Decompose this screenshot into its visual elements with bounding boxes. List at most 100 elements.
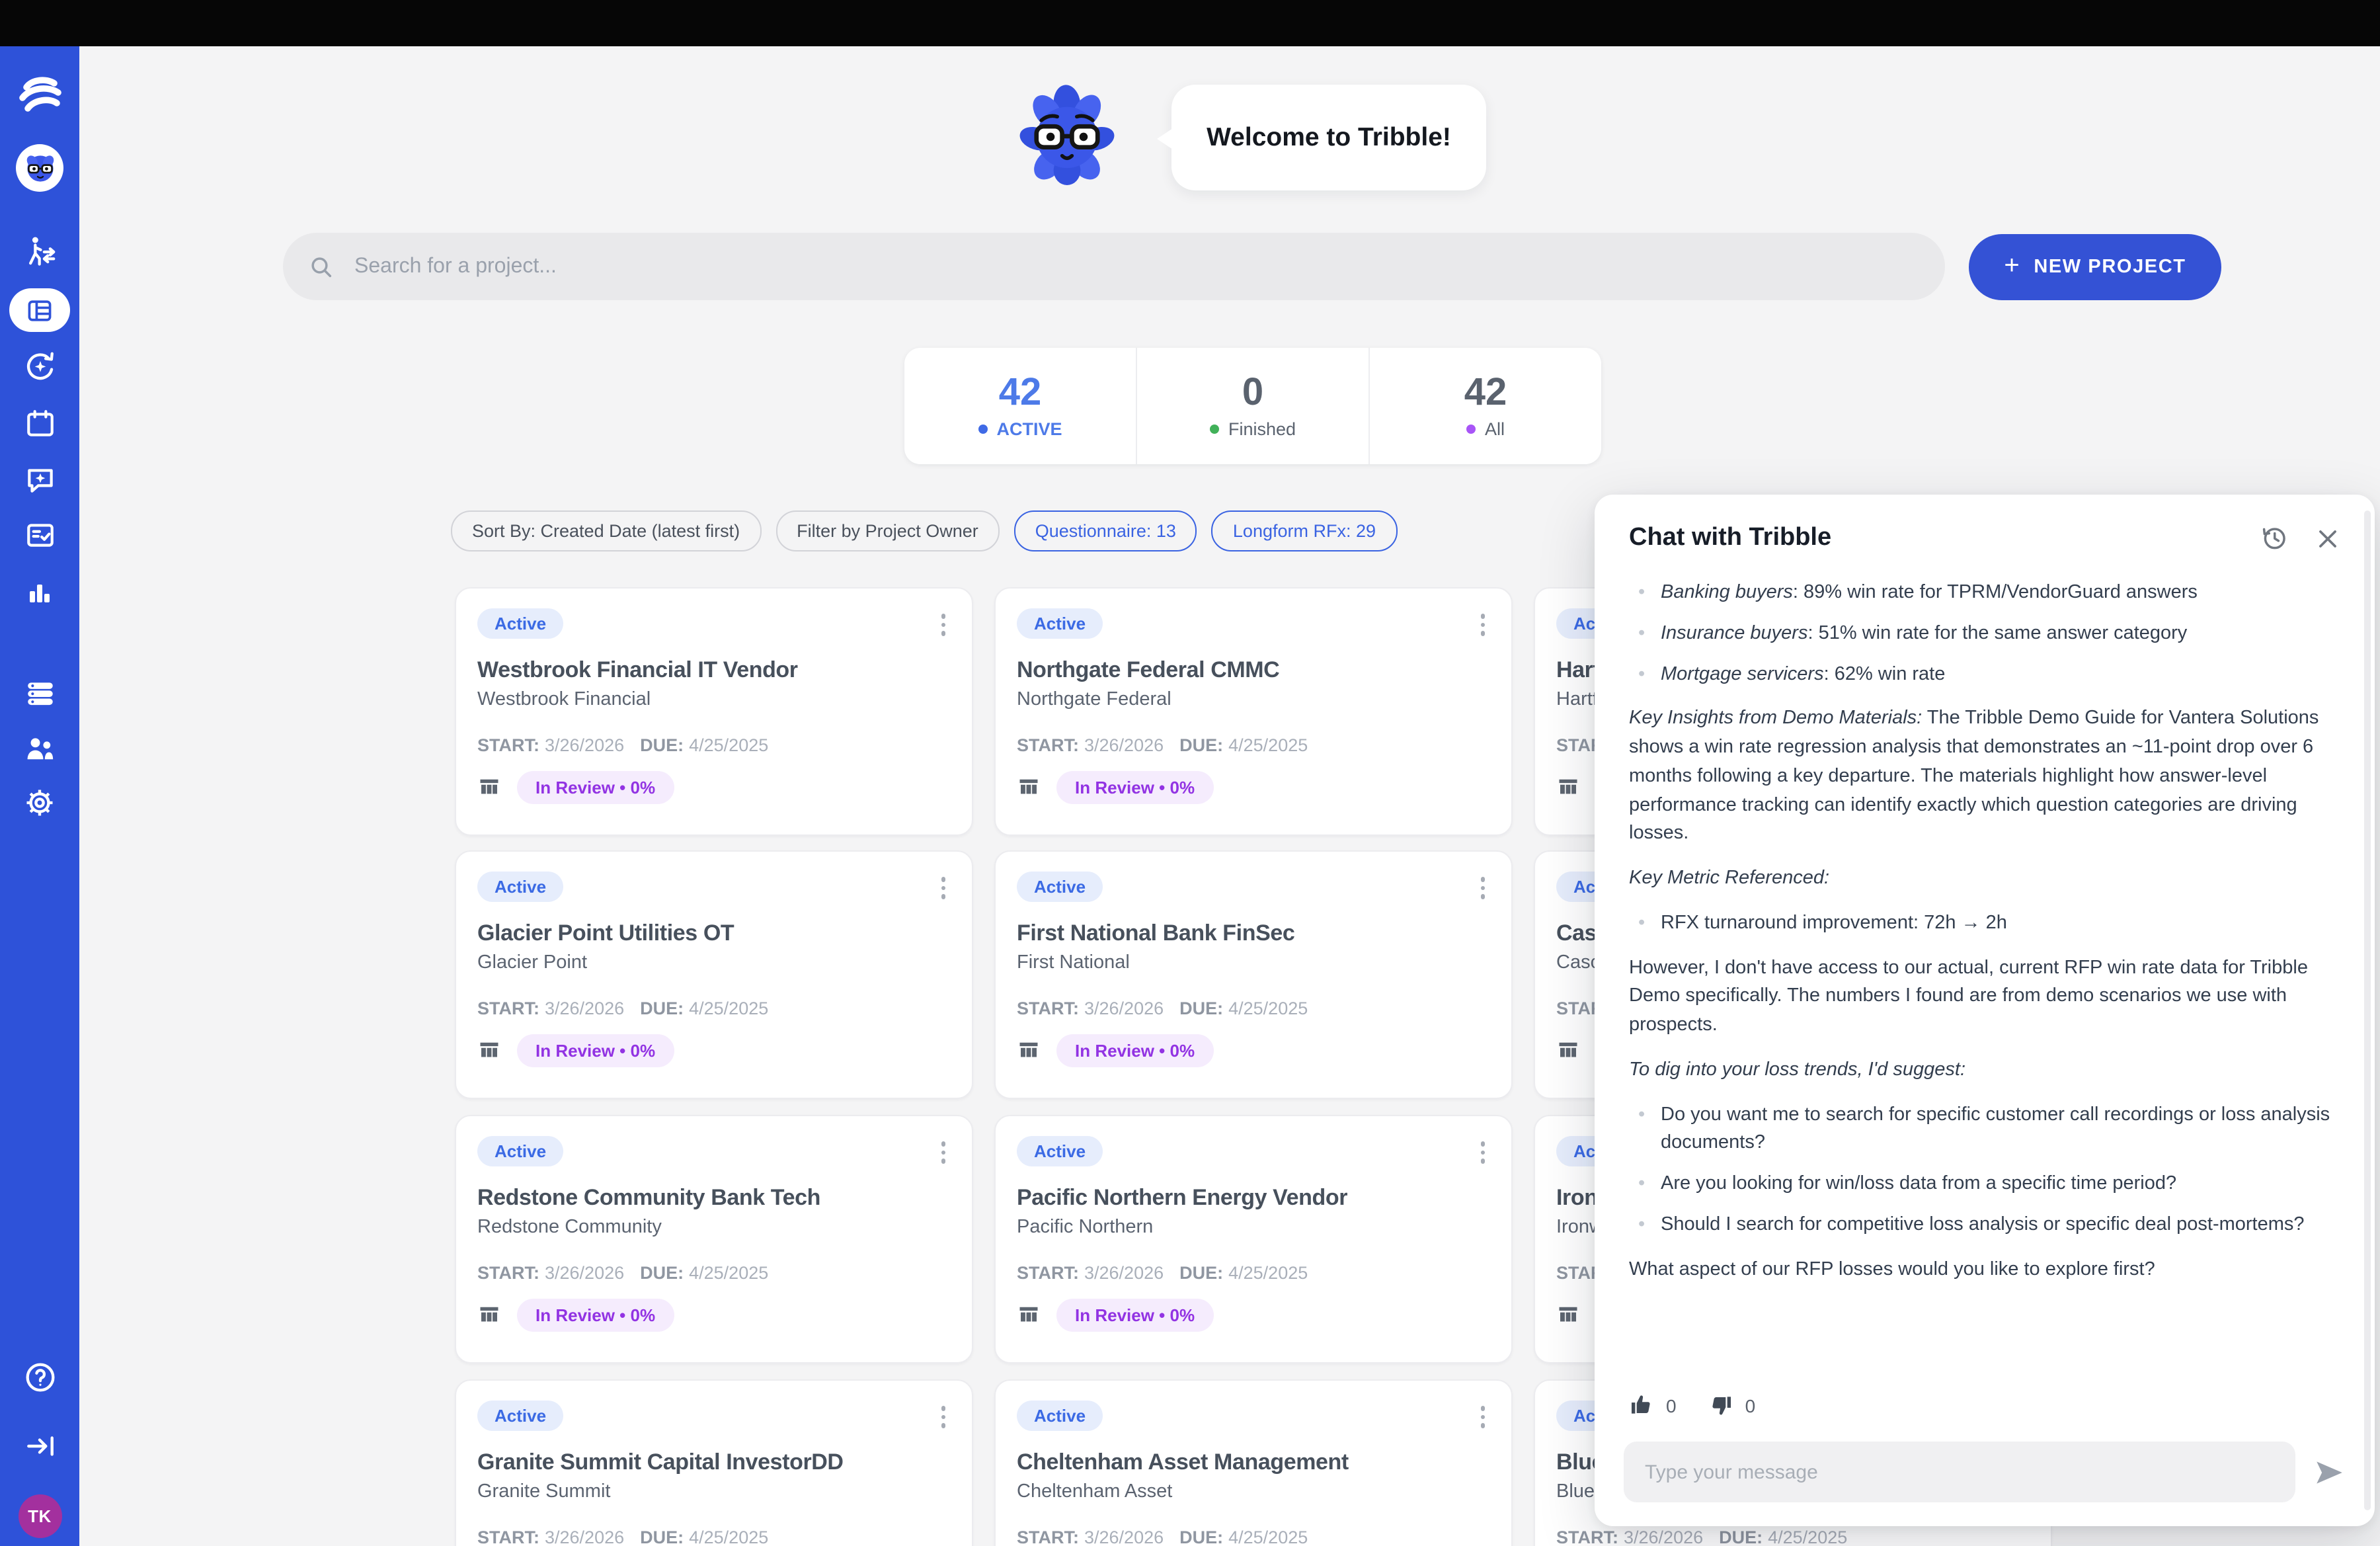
card-menu-button[interactable]	[935, 1136, 951, 1168]
sidebar-item-review-tasks[interactable]	[0, 518, 79, 551]
stat-active-label: ACTIVE	[996, 419, 1062, 438]
project-subtitle: First National	[1017, 952, 1490, 973]
card-menu-button[interactable]	[1475, 1136, 1490, 1168]
mascot-mini-icon	[22, 150, 58, 186]
stat-all-label: All	[1485, 419, 1505, 438]
project-card[interactable]: Active Westbrook Financial IT Vendor Wes…	[455, 587, 973, 836]
status-badge: Active	[477, 608, 563, 639]
thumbs-down-button[interactable]: 0	[1708, 1393, 1756, 1418]
avatar-initials: TK	[18, 1494, 61, 1538]
close-icon	[2315, 526, 2340, 551]
chat-section-heading: Key Metric Referenced:	[1629, 865, 2340, 894]
stat-active[interactable]: 42 ACTIVE	[904, 348, 1136, 464]
filter-chip-row: Sort By: Created Date (latest first) Fil…	[451, 510, 1397, 551]
stat-all[interactable]: 42 All	[1368, 348, 1601, 464]
project-card[interactable]: Active Glacier Point Utilities OT Glacie…	[455, 850, 973, 1099]
tribble-mascot-illustration	[1018, 85, 1116, 188]
sort-by-chip[interactable]: Sort By: Created Date (latest first)	[451, 510, 761, 551]
card-menu-button[interactable]	[1475, 608, 1490, 641]
table-icon	[1017, 1038, 1041, 1062]
project-subtitle: Cheltenham Asset	[1017, 1481, 1490, 1502]
sidebar-item-logout[interactable]	[0, 1430, 79, 1463]
card-menu-button[interactable]	[935, 872, 951, 904]
search-input[interactable]	[352, 253, 1920, 280]
sidebar-item-content-library[interactable]	[0, 677, 79, 710]
thumbs-up-button[interactable]: 0	[1629, 1393, 1677, 1418]
project-subtitle: Redstone Community	[477, 1216, 951, 1237]
chat-paragraph: Key Insights from Demo Materials: The Tr…	[1629, 706, 2340, 850]
chat-bullet: Mortgage servicers: 62% win rate	[1629, 661, 2340, 690]
project-title: Pacific Northern Energy Vendor	[1017, 1184, 1490, 1211]
checklist-card-icon	[23, 518, 56, 551]
project-search-bar[interactable]	[283, 233, 1945, 300]
sidebar-item-settings[interactable]	[0, 786, 79, 820]
stat-all-value: 42	[1464, 374, 1507, 414]
chat-bullet-list: RFX turnaround improvement: 72h → 2h	[1629, 910, 2340, 939]
chat-bullet: Should I search for competitive loss ana…	[1629, 1211, 2340, 1241]
chat-messages: Banking buyers: 89% win rate for TPRM/Ve…	[1595, 563, 2375, 1387]
project-card[interactable]: Active Northgate Federal CMMC Northgate …	[994, 587, 1513, 836]
card-menu-button[interactable]	[935, 608, 951, 641]
sidebar-item-calendar[interactable]	[0, 407, 79, 440]
card-menu-button[interactable]	[1475, 1401, 1490, 1433]
chat-section-heading: To dig into your loss trends, I'd sugges…	[1629, 1057, 2340, 1086]
chat-bullet: Are you looking for win/loss data from a…	[1629, 1170, 2340, 1200]
project-subtitle: Northgate Federal	[1017, 688, 1490, 710]
new-project-button[interactable]: + NEW PROJECT	[1969, 234, 2221, 300]
questionnaire-filter-chip[interactable]: Questionnaire: 13	[1014, 510, 1197, 551]
chat-close-button[interactable]	[2315, 526, 2340, 551]
gear-icon	[22, 786, 57, 820]
project-card[interactable]: Active First National Bank FinSec First …	[994, 850, 1513, 1099]
project-subtitle: Westbrook Financial	[477, 688, 951, 710]
status-badge: Active	[477, 1136, 563, 1166]
help-icon	[22, 1360, 58, 1395]
chat-paragraph: However, I don't have access to our actu…	[1629, 954, 2340, 1041]
project-card[interactable]: Active Pacific Northern Energy Vendor Pa…	[994, 1115, 1513, 1363]
project-dates: START:3/26/2026DUE:4/25/2025	[1017, 735, 1490, 754]
project-card[interactable]: Active Cheltenham Asset Management Chelt…	[994, 1379, 1513, 1546]
project-dates: START:3/26/2026DUE:4/25/2025	[477, 735, 951, 754]
sidebar-item-team[interactable]	[0, 731, 79, 766]
chat-bullet-list: Do you want me to search for specific cu…	[1629, 1101, 2340, 1240]
status-badge: Active	[477, 1401, 563, 1431]
project-dates: START:3/26/2026DUE:4/25/2025	[1017, 1527, 1490, 1546]
project-card[interactable]: Active Granite Summit Capital InvestorDD…	[455, 1379, 973, 1546]
project-title: Redstone Community Bank Tech	[477, 1184, 951, 1211]
plus-icon: +	[2004, 251, 2020, 281]
active-nav-pill	[9, 288, 70, 332]
project-card[interactable]: Active Redstone Community Bank Tech Reds…	[455, 1115, 973, 1363]
people-icon	[22, 731, 57, 766]
calendar-icon	[23, 407, 56, 440]
tribble-logo[interactable]	[0, 75, 79, 115]
sidebar-item-projects-active[interactable]	[0, 288, 79, 332]
bar-chart-icon	[24, 577, 56, 608]
sidebar-item-chat[interactable]	[0, 463, 79, 496]
chat-message-input[interactable]	[1624, 1442, 2295, 1502]
sidebar-item-workflows[interactable]	[0, 234, 79, 270]
project-subtitle: Granite Summit	[477, 1481, 951, 1502]
sidebar-item-help[interactable]	[0, 1360, 79, 1395]
user-avatar[interactable]: TK	[0, 1494, 79, 1538]
sync-sparkle-icon	[22, 349, 58, 385]
browser-top-bar	[0, 0, 2380, 46]
project-subtitle: Glacier Point	[477, 952, 951, 973]
sidebar-item-analytics[interactable]	[0, 577, 79, 608]
sidebar-item-sync[interactable]	[0, 349, 79, 385]
logout-arrow-icon	[23, 1430, 56, 1463]
longform-rfx-filter-chip[interactable]: Longform RFx: 29	[1212, 510, 1397, 551]
review-status-badge: In Review • 0%	[517, 770, 674, 803]
send-button[interactable]	[2313, 1455, 2346, 1488]
filter-owner-chip[interactable]: Filter by Project Owner	[775, 510, 1000, 551]
tribble-mascot-avatar[interactable]	[16, 144, 63, 192]
project-title: Northgate Federal CMMC	[1017, 657, 1490, 683]
history-icon	[2260, 524, 2289, 553]
table-icon	[1556, 1038, 1580, 1062]
chat-history-button[interactable]	[2260, 524, 2289, 553]
chat-bullet: Banking buyers: 89% win rate for TPRM/Ve…	[1629, 579, 2340, 608]
stat-finished[interactable]: 0 Finished	[1136, 348, 1368, 464]
card-menu-button[interactable]	[935, 1401, 951, 1433]
new-project-label: NEW PROJECT	[2034, 257, 2186, 278]
card-menu-button[interactable]	[1475, 872, 1490, 904]
search-icon	[308, 253, 335, 280]
project-dates: START:3/26/2026DUE:4/25/2025	[1556, 1527, 2030, 1546]
